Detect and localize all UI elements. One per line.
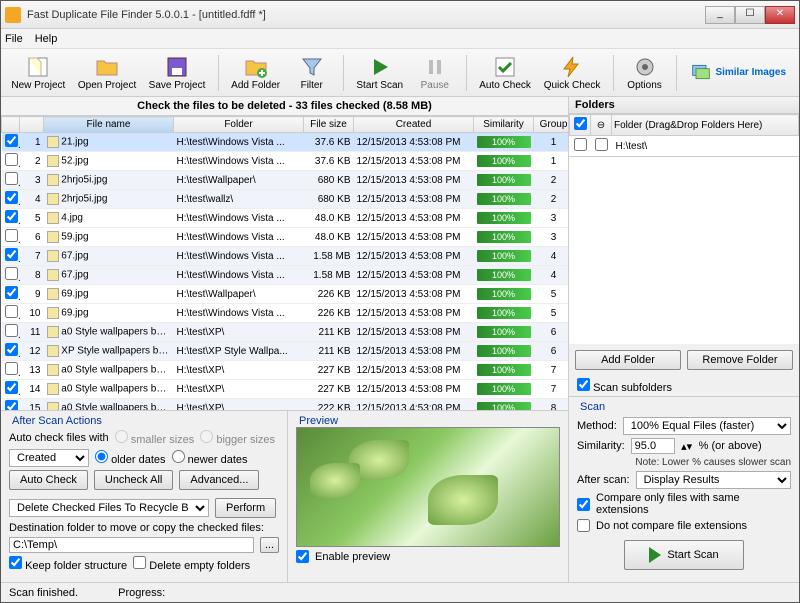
col-group[interactable]: Group (534, 117, 569, 133)
status-text: Scan finished. (9, 587, 78, 599)
progress-label: Progress: (118, 587, 165, 599)
table-row[interactable]: 8 67.jpg H:\test\Windows Vista ...1.58 M… (2, 266, 569, 285)
open-project-button[interactable]: Open Project (74, 52, 141, 94)
table-row[interactable]: 12 XP Style wallpapers by Ahr H:\test\XP… (2, 342, 569, 361)
folders-grid[interactable]: ⊖Folder (Drag&Drop Folders Here) H:\test… (569, 114, 799, 157)
scan-subfolders[interactable] (577, 378, 590, 391)
browse-button[interactable]: ... (260, 537, 279, 553)
app-icon (5, 7, 21, 23)
statusbar: Scan finished. Progress: (1, 582, 799, 602)
maximize-button[interactable]: ☐ (735, 6, 765, 24)
add-folder-button[interactable]: Add Folder (227, 52, 285, 94)
filter-button[interactable]: Filter (289, 52, 335, 94)
folders-title: Folders (569, 97, 799, 114)
col-created[interactable]: Created (354, 117, 474, 133)
no-ext[interactable] (577, 519, 590, 532)
folder-row[interactable]: H:\test\ (570, 136, 799, 157)
table-row[interactable]: 14 a0 Style wallpapers by Ahr H:\test\XP… (2, 380, 569, 399)
remove-folder[interactable]: Remove Folder (687, 350, 793, 370)
newer-radio[interactable] (172, 450, 185, 463)
col-check[interactable] (2, 117, 20, 133)
start-scan-button[interactable]: Start Scan (352, 52, 408, 94)
table-row[interactable]: 1 21.jpg H:\test\Windows Vista ...37.6 K… (2, 133, 569, 152)
table-row[interactable]: 11 a0 Style wallpapers by Ahr H:\test\XP… (2, 323, 569, 342)
titlebar[interactable]: Fast Duplicate File Finder 5.0.0.1 - [un… (1, 1, 799, 29)
add-folder[interactable]: Add Folder (575, 350, 681, 370)
menubar: File Help (1, 29, 799, 49)
table-row[interactable]: 9 69.jpg H:\test\Wallpaper\226 KB 12/15/… (2, 285, 569, 304)
table-row[interactable]: 10 69.jpg H:\test\Windows Vista ...226 K… (2, 304, 569, 323)
after-scan-panel: After Scan Actions Auto check files with… (1, 411, 288, 582)
scan-section: Scan Method:100% Equal Files (faster) Si… (569, 396, 799, 582)
col-similarity[interactable]: Similarity (474, 117, 534, 133)
table-row[interactable]: 5 4.jpg H:\test\Windows Vista ...48.0 KB… (2, 209, 569, 228)
criteria-select[interactable]: Created (9, 449, 89, 467)
close-button[interactable]: ✕ (765, 6, 795, 24)
perform-button[interactable]: Perform (215, 498, 276, 518)
same-ext[interactable] (577, 498, 590, 511)
dest-path[interactable] (9, 537, 254, 553)
folder-check-all[interactable] (574, 117, 587, 130)
quick-check-button[interactable]: Quick Check (539, 52, 604, 94)
auto-check-action[interactable]: Auto Check (9, 470, 88, 490)
app-window: Fast Duplicate File Finder 5.0.0.1 - [un… (0, 0, 800, 603)
table-row[interactable]: 13 a0 Style wallpapers by Ahr H:\test\XP… (2, 361, 569, 380)
table-row[interactable]: 2 52.jpg H:\test\Windows Vista ...37.6 K… (2, 152, 569, 171)
menu-help[interactable]: Help (35, 33, 58, 45)
table-row[interactable]: 6 59.jpg H:\test\Windows Vista ...48.0 K… (2, 228, 569, 247)
action-select[interactable]: Delete Checked Files To Recycle Bin (9, 499, 209, 517)
save-project-button[interactable]: Save Project (144, 52, 209, 94)
minimize-button[interactable]: _ (705, 6, 735, 24)
bigger-radio (200, 430, 213, 443)
advanced[interactable]: Advanced... (179, 470, 259, 490)
pause-button[interactable]: Pause (412, 52, 458, 94)
toolbar: New Project Open Project Save Project Ad… (1, 49, 799, 97)
check-summary: Check the files to be deleted - 33 files… (1, 97, 568, 116)
play-icon (649, 547, 661, 563)
similar-images-link[interactable]: Similar Images (684, 59, 793, 86)
results-grid[interactable]: File name Folder File size Created Simil… (1, 116, 568, 410)
preview-image (296, 427, 560, 547)
enable-preview[interactable] (296, 550, 309, 563)
col-filesize[interactable]: File size (304, 117, 354, 133)
col-num[interactable] (20, 117, 44, 133)
options-button[interactable]: Options (622, 52, 668, 94)
method-select[interactable]: 100% Equal Files (faster) (623, 417, 791, 435)
similarity-input[interactable] (631, 438, 675, 454)
preview-panel: Preview Enable preview (288, 411, 568, 582)
new-project-button[interactable]: New Project (7, 52, 70, 94)
table-row[interactable]: 15 a0 Style wallpapers by Ahr H:\test\XP… (2, 399, 569, 411)
start-scan-main[interactable]: Start Scan (624, 540, 743, 570)
delete-empty[interactable] (133, 556, 146, 569)
auto-check-button[interactable]: Auto Check (475, 52, 536, 94)
keep-structure[interactable] (9, 556, 22, 569)
table-row[interactable]: 7 67.jpg H:\test\Windows Vista ...1.58 M… (2, 247, 569, 266)
col-filename[interactable]: File name (44, 117, 174, 133)
uncheck-all[interactable]: Uncheck All (94, 470, 173, 490)
col-folder[interactable]: Folder (174, 117, 304, 133)
table-row[interactable]: 3 2hrjo5i.jpg H:\test\Wallpaper\680 KB 1… (2, 171, 569, 190)
after-scan-select[interactable]: Display Results (636, 471, 791, 489)
table-row[interactable]: 4 2hrjo5i.jpg H:\test\wallz\680 KB 12/15… (2, 190, 569, 209)
older-radio[interactable] (95, 450, 108, 463)
menu-file[interactable]: File (5, 33, 23, 45)
smaller-radio (115, 430, 128, 443)
window-title: Fast Duplicate File Finder 5.0.0.1 - [un… (27, 9, 705, 21)
